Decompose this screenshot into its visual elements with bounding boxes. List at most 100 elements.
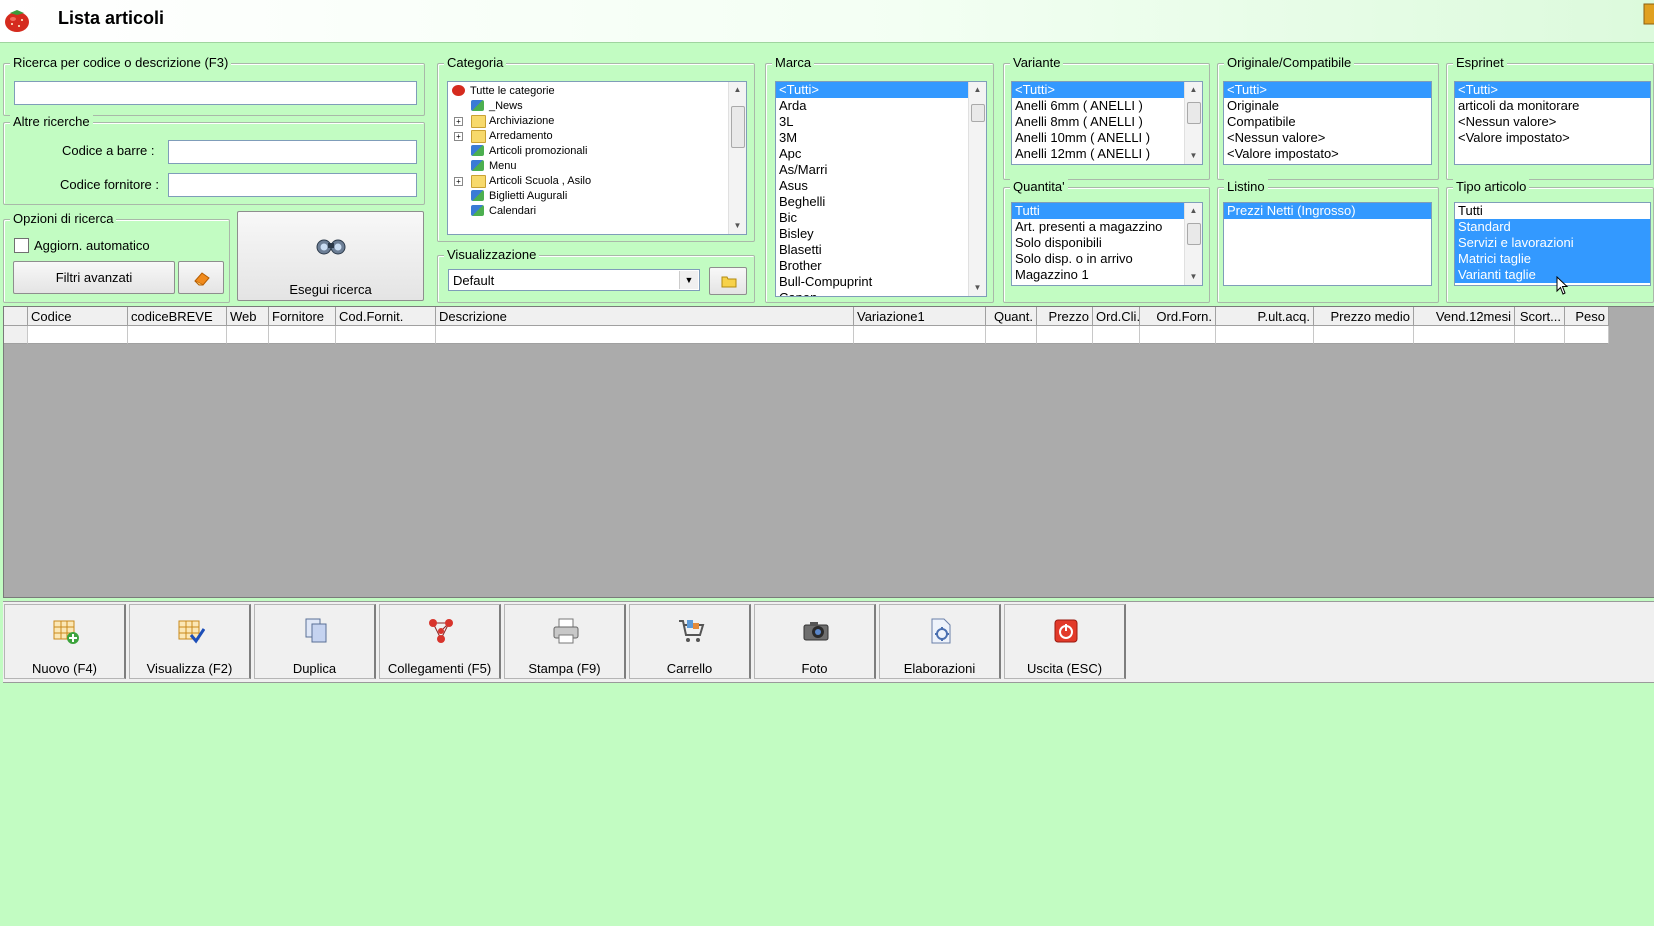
grid-column-header[interactable]: Codice bbox=[28, 307, 128, 326]
variant-list-item[interactable]: Anelli 8mm ( ANELLI ) bbox=[1012, 114, 1184, 130]
scroll-up-icon[interactable]: ▲ bbox=[1185, 203, 1202, 219]
quantity-list-item[interactable]: Solo disp. o in arrivo bbox=[1012, 251, 1184, 267]
brand-list-item[interactable]: Blasetti bbox=[776, 242, 968, 258]
category-tree-item[interactable]: Articoli promozionali bbox=[448, 144, 728, 159]
quantity-list-item[interactable]: Magazzino 1 bbox=[1012, 267, 1184, 283]
grid-column-header[interactable]: Ord.Forn. bbox=[1140, 307, 1216, 326]
brand-list-item[interactable]: As/Marri bbox=[776, 162, 968, 178]
category-tree-item[interactable]: + Articoli Scuola , Asilo bbox=[448, 174, 728, 189]
original-compatible-list-item[interactable]: <Tutti> bbox=[1224, 82, 1431, 98]
esprinet-list-item[interactable]: <Valore impostato> bbox=[1455, 130, 1650, 146]
article-type-list-item[interactable]: Matrici taglie bbox=[1455, 251, 1650, 267]
variant-list-item[interactable]: Anelli 10mm ( ANELLI ) bbox=[1012, 130, 1184, 146]
brand-list-item[interactable]: Bisley bbox=[776, 226, 968, 242]
brand-list[interactable]: <Tutti> Arda 3L 3M Apc As/Marri Asus Beghelli Bi… bbox=[775, 81, 987, 297]
category-tree[interactable]: Tutte le categorie _News + Archiviazione + Ar… bbox=[447, 81, 747, 235]
brand-list-item[interactable]: Asus bbox=[776, 178, 968, 194]
toolbar-button-duplicate[interactable]: Duplica bbox=[254, 604, 376, 679]
toolbar-button-view-grid[interactable]: Visualizza (F2) bbox=[129, 604, 251, 679]
auto-update-checkbox[interactable] bbox=[14, 238, 29, 253]
scroll-down-icon[interactable]: ▼ bbox=[1185, 269, 1202, 285]
grid-column-header[interactable]: Variazione1 bbox=[854, 307, 986, 326]
original-compatible-list[interactable]: <Tutti> Originale Compatibile <Nessun valor… bbox=[1223, 81, 1432, 165]
toolbar-button-new-grid[interactable]: Nuovo (F4) bbox=[4, 604, 126, 679]
grid-empty-cell[interactable] bbox=[227, 326, 269, 344]
toolbar-button-processing[interactable]: Elaborazioni bbox=[879, 604, 1001, 679]
quantity-list-item[interactable]: Art. presenti a magazzino bbox=[1012, 219, 1184, 235]
category-tree-item[interactable]: Biglietti Augurali bbox=[448, 189, 728, 204]
grid-empty-cell[interactable] bbox=[436, 326, 854, 344]
esprinet-list-item[interactable]: articoli da monitorare bbox=[1455, 98, 1650, 114]
chevron-down-icon[interactable]: ▼ bbox=[679, 271, 698, 289]
scroll-up-icon[interactable]: ▲ bbox=[729, 82, 746, 98]
brand-list-item[interactable]: Beghelli bbox=[776, 194, 968, 210]
expand-icon[interactable]: + bbox=[454, 132, 463, 141]
variant-list[interactable]: <Tutti> Anelli 6mm ( ANELLI ) Anelli 8mm (… bbox=[1011, 81, 1203, 165]
quantity-list[interactable]: Tutti Art. presenti a magazzino Solo dispo… bbox=[1011, 202, 1203, 286]
grid-empty-cell[interactable] bbox=[1140, 326, 1216, 344]
execute-search-button[interactable]: Esegui ricerca bbox=[237, 211, 424, 301]
supplier-code-input[interactable] bbox=[168, 173, 417, 197]
grid-empty-cell[interactable] bbox=[986, 326, 1037, 344]
grid-empty-cell[interactable] bbox=[1216, 326, 1314, 344]
price-list-list[interactable]: Prezzi Netti (Ingrosso) bbox=[1223, 202, 1432, 286]
original-compatible-list-item[interactable]: Compatibile bbox=[1224, 114, 1431, 130]
brand-list-item[interactable]: 3L bbox=[776, 114, 968, 130]
article-type-list[interactable]: Tutti Standard Servizi e lavorazioni Matric… bbox=[1454, 202, 1651, 286]
grid-empty-cell[interactable] bbox=[128, 326, 227, 344]
grid-column-header[interactable]: Vend.12mesi bbox=[1414, 307, 1515, 326]
esprinet-list-item[interactable]: <Nessun valore> bbox=[1455, 114, 1650, 130]
grid-column-header[interactable]: Prezzo medio bbox=[1314, 307, 1414, 326]
original-compatible-list-item[interactable]: Originale bbox=[1224, 98, 1431, 114]
variant-list-item[interactable]: Anelli 6mm ( ANELLI ) bbox=[1012, 98, 1184, 114]
esprinet-list-item[interactable]: <Tutti> bbox=[1455, 82, 1650, 98]
quantity-list-item[interactable]: Solo disponibili bbox=[1012, 235, 1184, 251]
grid-column-header[interactable]: Descrizione bbox=[436, 307, 854, 326]
eraser-button[interactable] bbox=[178, 261, 224, 294]
grid-empty-cell[interactable] bbox=[1093, 326, 1140, 344]
category-tree-item[interactable]: Calendari bbox=[448, 204, 728, 219]
scroll-thumb[interactable] bbox=[1187, 102, 1201, 124]
search-input[interactable] bbox=[14, 81, 417, 105]
grid-empty-cell[interactable] bbox=[336, 326, 436, 344]
toolbar-button-printer[interactable]: Stampa (F9) bbox=[504, 604, 626, 679]
grid-column-header[interactable]: Ord.Cli. bbox=[1093, 307, 1140, 326]
advanced-filters-button[interactable]: Filtri avanzati bbox=[13, 261, 175, 294]
article-type-list-item[interactable]: Standard bbox=[1455, 219, 1650, 235]
category-tree-item[interactable]: + Arredamento bbox=[448, 129, 728, 144]
scroll-down-icon[interactable]: ▼ bbox=[969, 280, 986, 296]
esprinet-list[interactable]: <Tutti> articoli da monitorare <Nessun val… bbox=[1454, 81, 1651, 165]
category-tree-item[interactable]: _News bbox=[448, 99, 728, 114]
variant-scrollbar[interactable]: ▲ ▼ bbox=[1184, 82, 1202, 164]
view-select[interactable]: Default ▼ bbox=[448, 269, 700, 291]
expand-icon[interactable]: + bbox=[454, 117, 463, 126]
grid-empty-cell[interactable] bbox=[4, 326, 28, 344]
article-type-list-item[interactable]: Varianti taglie bbox=[1455, 267, 1650, 283]
barcode-input[interactable] bbox=[168, 140, 417, 164]
brand-list-item[interactable]: Brother bbox=[776, 258, 968, 274]
category-tree-item[interactable]: Tutte le categorie bbox=[448, 84, 728, 99]
article-type-list-item[interactable]: Tutti bbox=[1455, 203, 1650, 219]
scroll-thumb[interactable] bbox=[731, 106, 745, 148]
scroll-thumb[interactable] bbox=[1187, 223, 1201, 245]
expand-icon[interactable]: + bbox=[454, 177, 463, 186]
category-tree-item[interactable]: + Archiviazione bbox=[448, 114, 728, 129]
scroll-up-icon[interactable]: ▲ bbox=[969, 82, 986, 98]
articles-grid[interactable]: Codice codiceBREVE Web Fornitore Cod.Fornit.… bbox=[3, 306, 1654, 598]
scroll-thumb[interactable] bbox=[971, 104, 985, 122]
grid-column-header[interactable]: Fornitore bbox=[269, 307, 336, 326]
brand-list-item[interactable]: Canon bbox=[776, 290, 968, 296]
grid-empty-cell[interactable] bbox=[1414, 326, 1515, 344]
grid-column-header[interactable]: Prezzo bbox=[1037, 307, 1093, 326]
grid-column-header[interactable]: Cod.Fornit. bbox=[336, 307, 436, 326]
toolbar-button-exit[interactable]: Uscita (ESC) bbox=[1004, 604, 1126, 679]
toolbar-button-cart[interactable]: Carrello bbox=[629, 604, 751, 679]
variant-list-item[interactable]: Anelli 12mm ( ANELLI ) bbox=[1012, 146, 1184, 162]
original-compatible-list-item[interactable]: <Nessun valore> bbox=[1224, 130, 1431, 146]
scroll-up-icon[interactable]: ▲ bbox=[1185, 82, 1202, 98]
grid-empty-cell[interactable] bbox=[28, 326, 128, 344]
variant-list-item[interactable]: <Tutti> bbox=[1012, 82, 1184, 98]
grid-column-header[interactable]: P.ult.acq. bbox=[1216, 307, 1314, 326]
price-list-list-item[interactable]: Prezzi Netti (Ingrosso) bbox=[1224, 203, 1431, 219]
quantity-list-item[interactable]: Tutti bbox=[1012, 203, 1184, 219]
